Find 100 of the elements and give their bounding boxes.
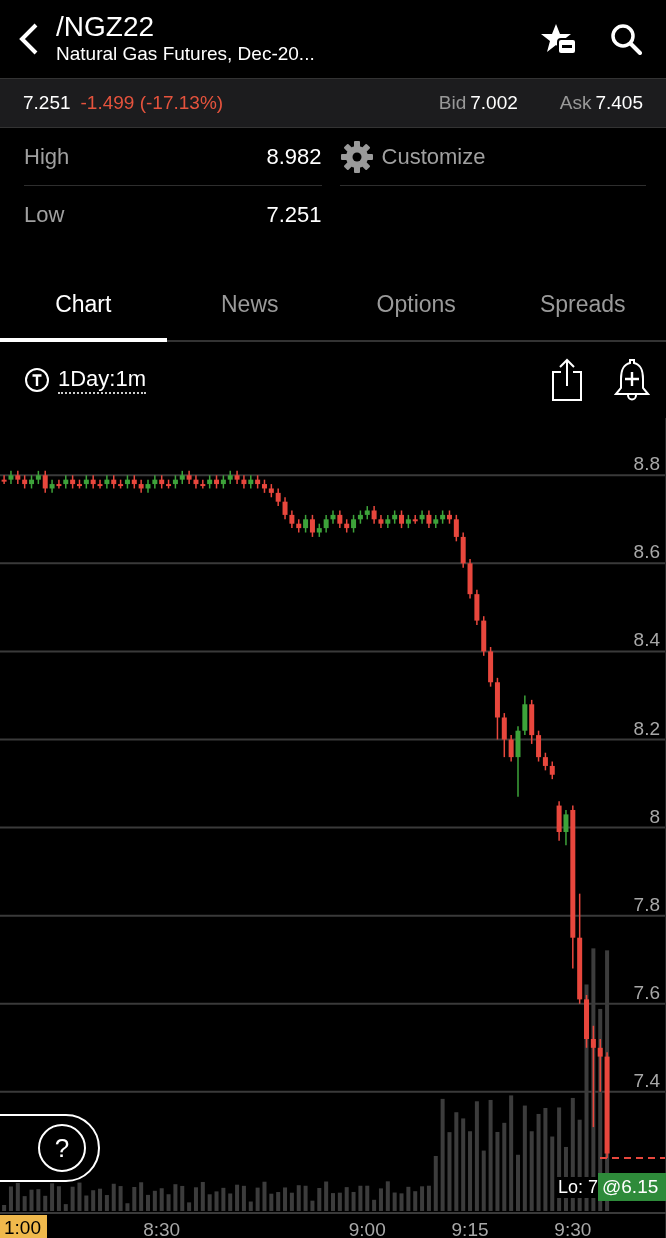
volume-bar xyxy=(228,1193,233,1211)
volume-bar xyxy=(84,1195,89,1211)
volume-bar xyxy=(77,1182,82,1211)
volume-bar xyxy=(358,1185,363,1211)
volume-bar xyxy=(207,1194,212,1211)
volume-bar xyxy=(139,1182,144,1211)
time-axis-label: 9:30 xyxy=(554,1219,592,1238)
volume-bar xyxy=(214,1191,219,1211)
candlestick xyxy=(56,478,62,490)
volume-bar xyxy=(146,1194,150,1211)
price-axis-label: 8.8 xyxy=(633,453,660,475)
back-icon[interactable] xyxy=(18,22,40,56)
symbol-title: /NGZ22 xyxy=(56,12,156,42)
volume-bar xyxy=(324,1181,329,1211)
candlestick xyxy=(90,474,96,490)
volume-bar xyxy=(385,1181,390,1211)
volume-bar xyxy=(310,1200,315,1211)
volume-bar xyxy=(296,1185,301,1211)
stat-value: 7.251 xyxy=(266,201,322,228)
candlestick xyxy=(597,1038,603,1093)
t-circle-icon[interactable] xyxy=(24,367,50,393)
low-label: Lo: 7 xyxy=(556,1177,601,1198)
volume-bar xyxy=(29,1189,34,1211)
volume-bar xyxy=(317,1188,322,1211)
stat-value: 8.982 xyxy=(266,143,322,170)
gear-icon xyxy=(339,139,374,174)
volume-bar xyxy=(173,1184,178,1211)
volume-bar xyxy=(36,1189,41,1211)
price-axis-label: 8.6 xyxy=(633,541,660,563)
stat-label: High xyxy=(24,143,70,170)
volume-bar xyxy=(152,1190,157,1211)
bid-value: 7.002 xyxy=(470,92,518,114)
volume-bar xyxy=(262,1181,267,1211)
volume-bar xyxy=(516,1154,520,1211)
tab[interactable]: News xyxy=(166,270,333,342)
share-icon[interactable] xyxy=(550,358,584,402)
candlestick xyxy=(453,514,459,543)
volume-bar xyxy=(111,1183,116,1211)
candlestick xyxy=(282,496,288,521)
customize-button[interactable]: Customize xyxy=(339,139,486,174)
tab[interactable]: Chart xyxy=(0,270,167,342)
candlestick xyxy=(200,478,206,490)
price-axis-label: 7.4 xyxy=(633,1069,660,1091)
timeframe-link[interactable]: 1Day:1m xyxy=(58,366,147,394)
candlestick xyxy=(508,734,514,763)
time-axis-label: 9:00 xyxy=(348,1219,386,1238)
search-icon[interactable] xyxy=(610,23,642,55)
volume-bar xyxy=(91,1190,96,1211)
volume-bar xyxy=(22,1196,27,1211)
candlestick xyxy=(104,474,110,490)
candlestick xyxy=(145,478,151,494)
candlestick xyxy=(138,478,144,494)
candlestick xyxy=(330,509,336,525)
candlestick xyxy=(501,712,507,758)
help-button[interactable]: ? xyxy=(38,1124,86,1172)
volume-bar xyxy=(365,1185,370,1211)
volume-bar xyxy=(159,1188,164,1211)
volume-bar xyxy=(180,1185,185,1211)
candlestick xyxy=(63,474,69,490)
candlestick xyxy=(309,514,315,538)
candlestick xyxy=(412,514,418,525)
volume-bar xyxy=(337,1192,342,1211)
volume-bar xyxy=(132,1187,137,1211)
volume-bar xyxy=(70,1186,75,1211)
volume-bar xyxy=(303,1185,308,1211)
volume-bar xyxy=(118,1186,123,1211)
volume-bar xyxy=(248,1201,253,1211)
crosshair-time-label: 1:00 xyxy=(0,1215,47,1238)
volume-bar xyxy=(406,1186,411,1211)
candlestick xyxy=(248,474,254,490)
bid-label: Bid xyxy=(438,92,467,114)
volume-bar xyxy=(433,1155,438,1211)
tab[interactable]: Options xyxy=(333,270,500,342)
volume-bar xyxy=(276,1192,281,1211)
candlestick xyxy=(241,474,247,490)
last-price: 7.251 xyxy=(23,92,71,114)
price-change: -1.499 (-17.13%) xyxy=(80,92,224,114)
time-axis-label: 9:15 xyxy=(451,1219,489,1238)
volume-bar xyxy=(399,1193,404,1211)
candlestick xyxy=(152,474,158,490)
stat-label: Low xyxy=(24,201,65,228)
tab[interactable]: Spreads xyxy=(499,270,666,342)
price-axis-label: 8.4 xyxy=(633,629,660,651)
last-price-tag: @6.15 xyxy=(598,1173,666,1201)
candlestick xyxy=(42,470,48,494)
candlestick xyxy=(536,729,542,763)
volume-bar xyxy=(331,1193,335,1211)
volume-bar xyxy=(255,1187,260,1211)
volume-bar xyxy=(351,1191,356,1211)
volume-bar xyxy=(200,1181,205,1211)
bell-plus-icon[interactable] xyxy=(614,357,650,403)
volume-bar xyxy=(269,1193,274,1211)
ask-value: 7.405 xyxy=(595,92,643,114)
volume-bar xyxy=(392,1192,397,1211)
price-axis-label: 8 xyxy=(649,805,660,827)
star-minus-icon[interactable] xyxy=(540,22,578,56)
candlestick xyxy=(1,474,7,485)
volume-bar xyxy=(344,1187,349,1211)
price-axis-label: 7.6 xyxy=(633,981,660,1003)
volume-bar xyxy=(166,1194,171,1211)
